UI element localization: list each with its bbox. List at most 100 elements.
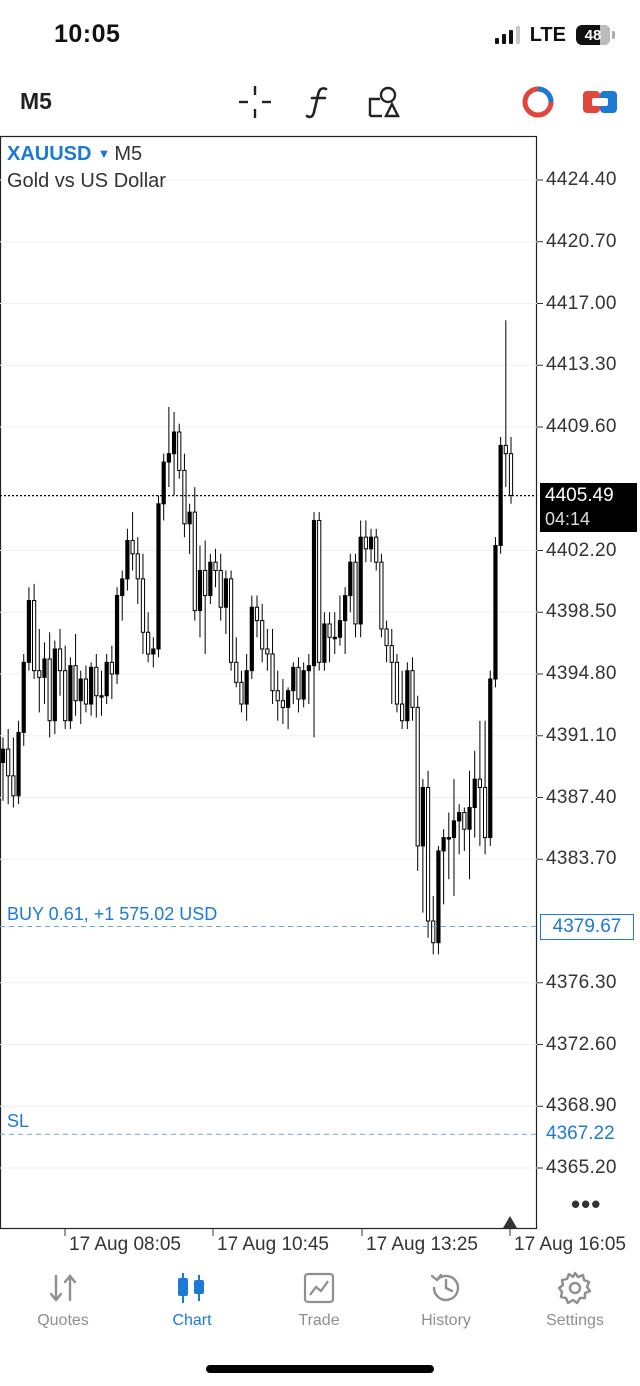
candle-body-bear bbox=[239, 681, 244, 705]
candle-body-bear bbox=[317, 519, 322, 663]
candle-body-bear bbox=[177, 431, 182, 471]
candle-body-bull bbox=[114, 595, 120, 675]
candle-body-bull bbox=[467, 807, 472, 830]
candle-body-bull bbox=[343, 595, 348, 622]
candle-body-bull bbox=[337, 620, 343, 638]
candle-body-bear bbox=[280, 700, 286, 708]
symbol-dropdown-icon[interactable]: ▼ bbox=[97, 146, 110, 161]
tab-quotes[interactable]: Quotes bbox=[8, 1270, 118, 1330]
candle bbox=[249, 595, 254, 680]
candle bbox=[177, 423, 182, 479]
chart-icon bbox=[175, 1270, 209, 1306]
stop-loss-price[interactable]: 4367.22 bbox=[546, 1123, 615, 1145]
price-axis-label: 4387.40 bbox=[546, 786, 617, 808]
price-axis-label: 4391.10 bbox=[546, 724, 617, 746]
candle-body-bull bbox=[348, 561, 353, 597]
candle bbox=[52, 640, 57, 735]
price-axis-label: 4376.30 bbox=[546, 971, 617, 993]
candle-body-bull bbox=[166, 453, 171, 463]
price-axis-label: 4402.20 bbox=[546, 539, 617, 561]
candle-body-bull bbox=[89, 666, 94, 705]
candle-body-bear bbox=[265, 648, 270, 655]
symbol-name[interactable]: XAUUSD bbox=[7, 143, 91, 165]
more-options-button[interactable]: ••• bbox=[571, 1189, 601, 1220]
bar-timer: 04:14 bbox=[545, 508, 591, 529]
candle bbox=[16, 720, 21, 805]
symbol-timeframe: M5 bbox=[114, 143, 143, 165]
candle-body-bear bbox=[327, 623, 332, 638]
home-indicator[interactable] bbox=[206, 1365, 434, 1373]
candle bbox=[415, 695, 420, 871]
candle-body-bear bbox=[218, 570, 223, 608]
candle-body-bear bbox=[234, 661, 239, 683]
candle bbox=[114, 587, 120, 685]
price-axis-label: 4383.70 bbox=[546, 848, 617, 870]
time-axis-label: 17 Aug 16:05 bbox=[514, 1234, 626, 1255]
price-axis-label: 4365.20 bbox=[546, 1157, 617, 1178]
trade-icon bbox=[302, 1270, 336, 1306]
candle-body-bear bbox=[400, 703, 405, 722]
candle-body-bull bbox=[120, 578, 125, 597]
candle bbox=[317, 512, 322, 671]
candle-body-bull bbox=[223, 578, 229, 608]
candle-body-bull bbox=[68, 665, 73, 722]
candle-body-bull bbox=[99, 695, 104, 698]
candle-body-bull bbox=[436, 850, 441, 944]
candle-body-bull bbox=[368, 536, 374, 550]
candle-body-bull bbox=[285, 690, 291, 708]
price-axis-label: 4424.40 bbox=[546, 169, 617, 190]
tab-history[interactable]: History bbox=[391, 1270, 501, 1330]
candle-body-bull bbox=[151, 648, 156, 655]
candle-body-bull bbox=[52, 648, 57, 722]
symbol-selector[interactable]: XAUUSD ▼ M5 bbox=[7, 143, 142, 166]
buy-position-label[interactable]: BUY 0.61, +1 575.02 USD bbox=[7, 904, 217, 925]
settings-icon bbox=[557, 1270, 593, 1306]
candle-body-bull bbox=[301, 670, 306, 700]
candle bbox=[425, 770, 431, 938]
price-axis-label: 4398.50 bbox=[546, 601, 617, 623]
candle-body-bull bbox=[16, 731, 21, 797]
candle-body-bull bbox=[171, 431, 177, 455]
candle-body-bull bbox=[26, 600, 32, 663]
candle-body-bull bbox=[451, 820, 457, 839]
candle-body-bull bbox=[244, 670, 249, 705]
stop-loss-label[interactable]: SL bbox=[7, 1111, 29, 1132]
candle-body-bear bbox=[431, 920, 436, 944]
time-axis-label: 17 Aug 10:45 bbox=[217, 1234, 329, 1255]
candle-body-bear bbox=[477, 778, 483, 788]
tab-label: Quotes bbox=[37, 1312, 89, 1329]
candle-body-bear bbox=[425, 786, 431, 922]
candle-body-bear bbox=[394, 661, 400, 705]
tab-chart[interactable]: Chart bbox=[137, 1270, 247, 1330]
candle-body-bear bbox=[192, 511, 197, 612]
candle-body-bear bbox=[146, 631, 151, 655]
candle-body-bear bbox=[275, 690, 280, 702]
candle-body-bear bbox=[140, 578, 146, 633]
candle-body-bull bbox=[332, 636, 337, 640]
candle-body-bear bbox=[482, 786, 488, 839]
tab-trade[interactable]: Trade bbox=[264, 1270, 374, 1330]
candle-body-bull bbox=[78, 678, 83, 702]
candle-body-bear bbox=[270, 653, 275, 692]
history-icon bbox=[428, 1270, 464, 1306]
candle-body-bull bbox=[358, 536, 363, 625]
candle-body-bull bbox=[208, 561, 213, 597]
buy-price-tag[interactable]: 4379.67 bbox=[540, 913, 634, 940]
tab-settings[interactable]: Settings bbox=[520, 1270, 630, 1330]
candle-body-bull bbox=[405, 670, 410, 722]
candle-body-bear bbox=[410, 670, 415, 708]
candle-body-bear bbox=[296, 666, 301, 700]
candle-body-bull bbox=[42, 658, 47, 678]
candle-body-bear bbox=[130, 539, 135, 555]
symbol-description: Gold vs US Dollar bbox=[7, 170, 166, 192]
candle-body-bear bbox=[415, 706, 420, 847]
candle-body-bear bbox=[508, 453, 514, 496]
candle-body-bear bbox=[57, 648, 63, 672]
candle bbox=[436, 845, 441, 955]
candle-body-bear bbox=[353, 561, 358, 625]
tab-label: History bbox=[421, 1312, 471, 1329]
candle-body-bull bbox=[322, 623, 327, 663]
candle-body-bear bbox=[503, 444, 508, 455]
candle-body-bear bbox=[462, 812, 467, 830]
candle-body-bull bbox=[472, 778, 477, 809]
